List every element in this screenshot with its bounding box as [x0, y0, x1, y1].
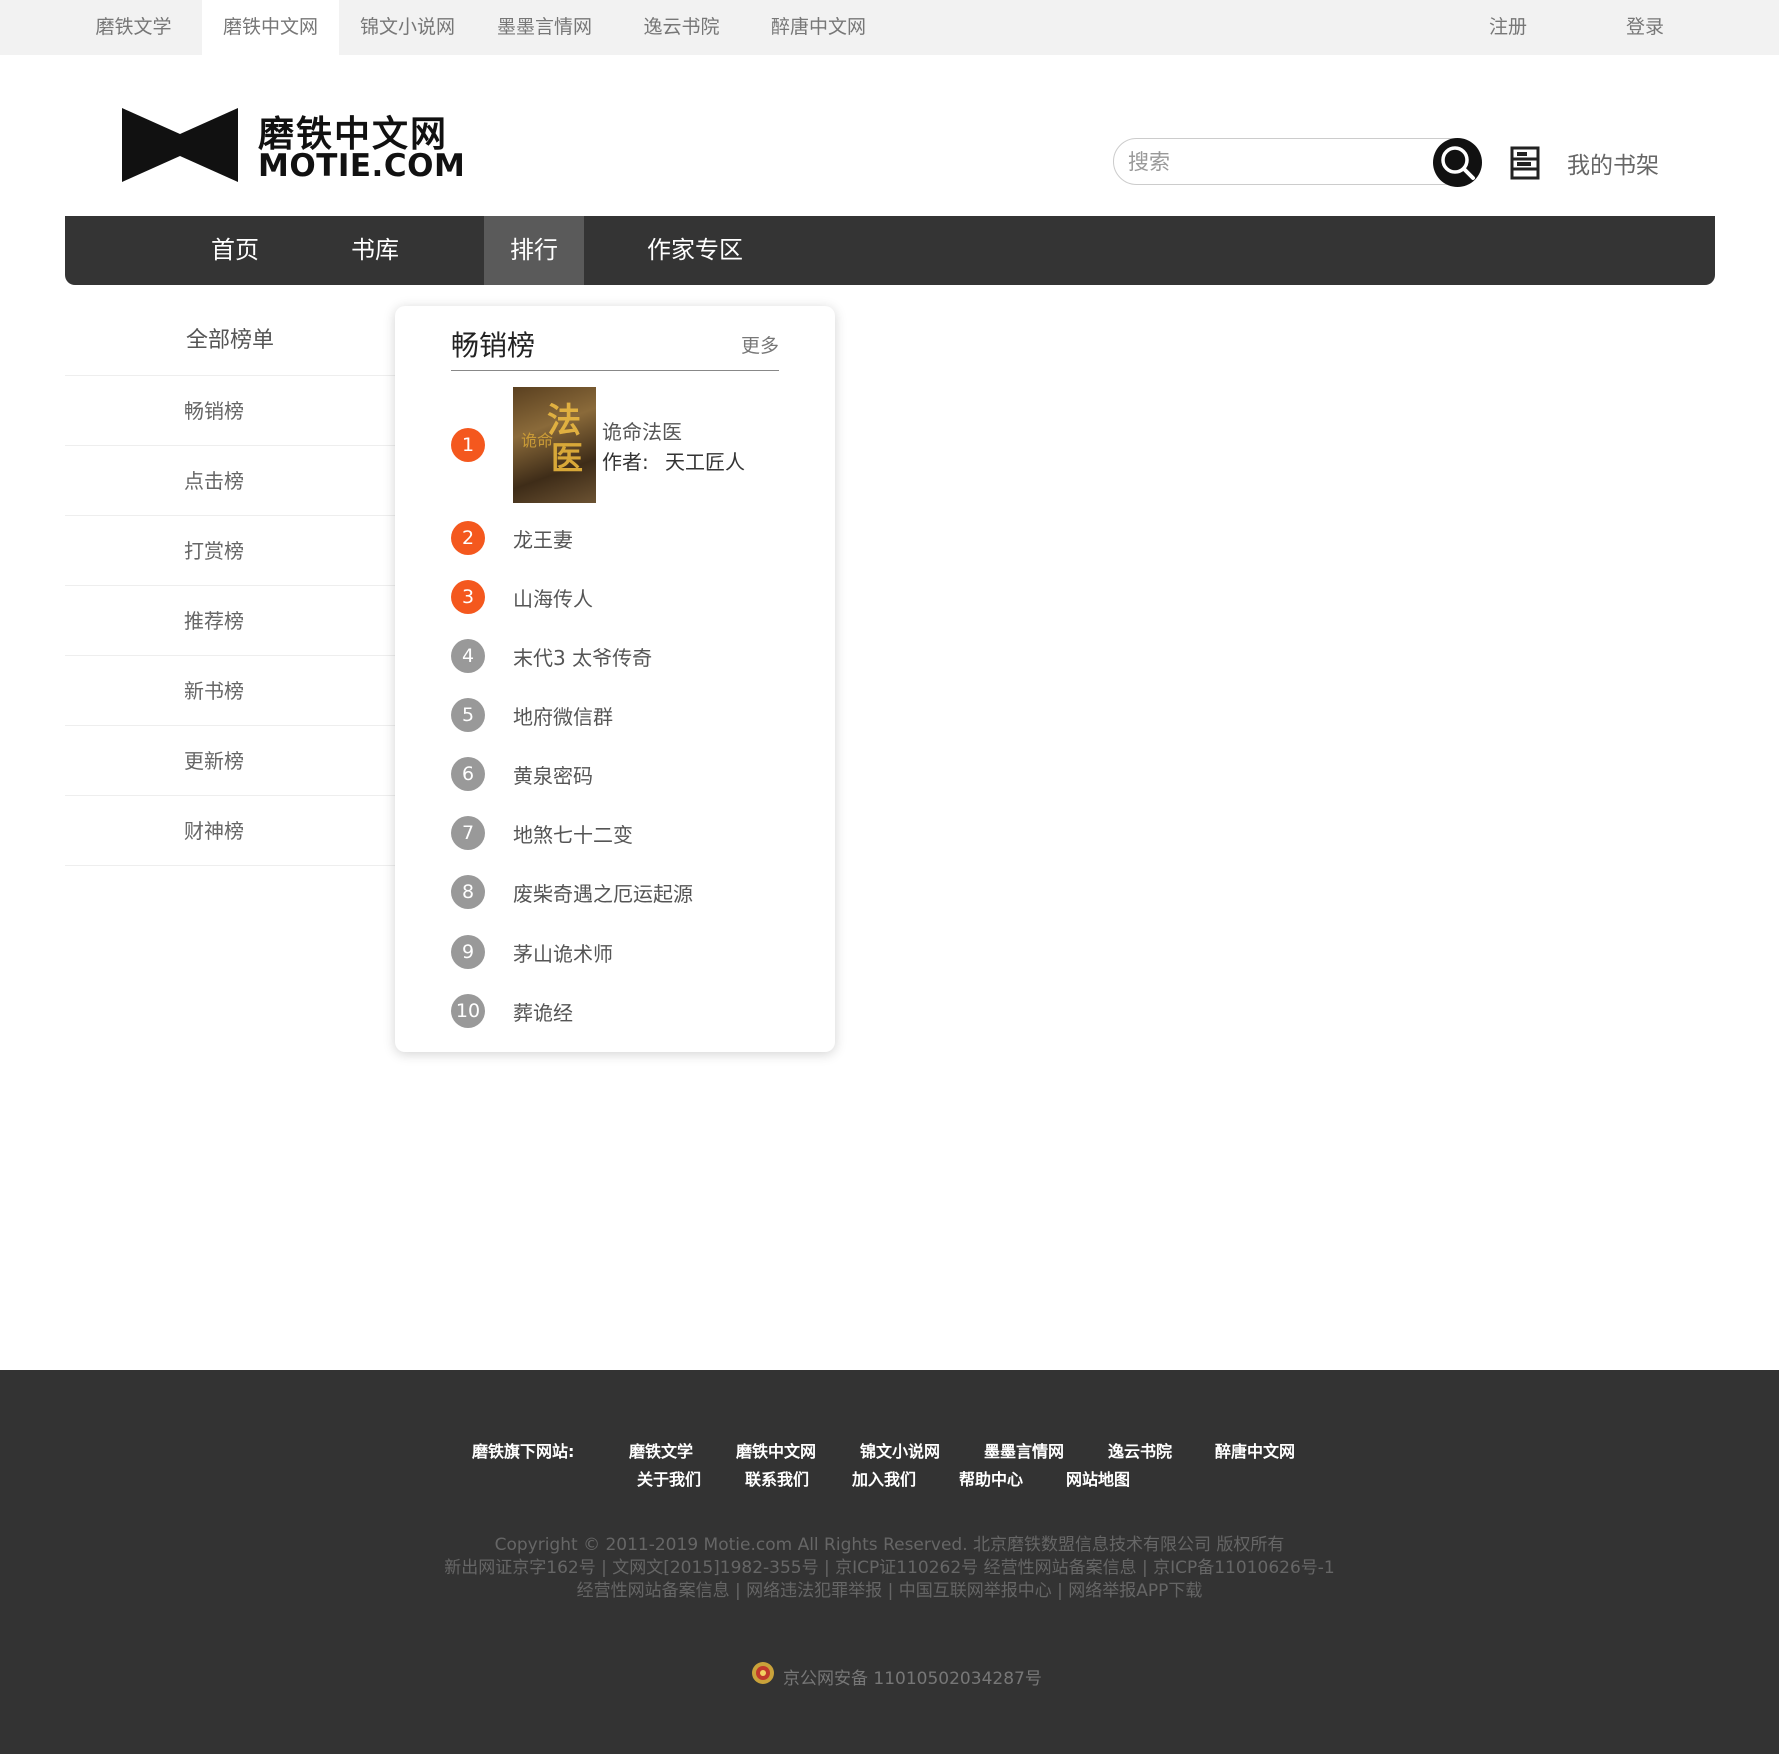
sidebar-item-label: 财神榜 — [184, 819, 244, 843]
book-title[interactable]: 诡命法医 — [602, 416, 682, 445]
sidebar-item-recommend[interactable]: 推荐榜 — [65, 586, 395, 656]
ranking-list-item[interactable]: 5 地府微信群 — [451, 695, 781, 735]
sidebar-item-bestseller[interactable]: 畅销榜 — [65, 376, 395, 446]
site-link-motie-literature[interactable]: 磨铁文学 — [65, 0, 202, 55]
sidebar-item-label: 新书榜 — [184, 679, 244, 703]
bowtie-logo-icon — [122, 108, 238, 182]
register-link[interactable]: 注册 — [1489, 0, 1527, 55]
footer-site-link[interactable]: 磨铁文学 — [629, 1438, 693, 1462]
footer-sitemap-link[interactable]: 网站地图 — [1066, 1466, 1130, 1490]
ranking-list-item[interactable]: 7 地煞七十二变 — [451, 813, 781, 853]
ranking-list-item[interactable]: 2 龙王妻 — [451, 518, 781, 558]
title-divider — [451, 370, 779, 371]
ranking-list-item[interactable]: 4 末代3 太爷传奇 — [451, 636, 781, 676]
book-title[interactable]: 葬诡经 — [513, 997, 573, 1026]
copyright-text: Copyright © 2011-2019 Motie.com All Righ… — [494, 1535, 1285, 1555]
bookshelf-icon[interactable] — [1510, 146, 1540, 180]
ranking-list-item[interactable]: 9 茅山诡术师 — [451, 932, 781, 972]
footer-site-link[interactable]: 锦文小说网 — [860, 1438, 940, 1462]
sidebar-all-rankings[interactable]: 全部榜单 — [65, 306, 395, 376]
book-cover-image[interactable]: 法 医 诡命 — [513, 387, 596, 503]
site-logo[interactable]: 磨铁中文网 MOTIE.COM — [122, 105, 482, 185]
site-link-zuitang[interactable]: 醉唐中文网 — [750, 0, 887, 55]
ranking-list-item[interactable]: 3 山海传人 — [451, 577, 781, 617]
footer-contact-link[interactable]: 联系我们 — [745, 1466, 809, 1490]
police-record-link[interactable]: 京公网安备 11010502034287号 — [783, 1664, 1042, 1689]
rank-badge: 9 — [451, 935, 485, 969]
footer-site-link[interactable]: 醉唐中文网 — [1215, 1438, 1295, 1462]
more-link[interactable]: 更多 — [741, 331, 779, 358]
license-text: 新出网证京字162号 | 文网文[2015]1982-355号 | 京ICP证1… — [444, 1558, 1335, 1578]
book-title[interactable]: 地煞七十二变 — [513, 819, 633, 848]
police-badge-icon — [752, 1662, 774, 1684]
rank-badge: 6 — [451, 757, 485, 791]
ranking-top-item[interactable]: 1 法 医 诡命 诡命法医 作者: 天工匠人 — [451, 387, 781, 503]
report-links-text[interactable]: 经营性网站备案信息 | 网络违法犯罪举报 | 中国互联网举报中心 | 网络举报A… — [0, 1576, 1779, 1601]
footer-site-link[interactable]: 磨铁中文网 — [736, 1438, 816, 1462]
book-title[interactable]: 茅山诡术师 — [513, 938, 613, 967]
nav-library[interactable]: 书库 — [325, 216, 425, 285]
sidebar-item-label: 推荐榜 — [184, 609, 244, 633]
ranking-title: 畅销榜 — [451, 329, 536, 362]
login-link[interactable]: 登录 — [1626, 0, 1664, 55]
footer-sites-label: 磨铁旗下网站: — [472, 1442, 575, 1461]
site-link-yiyun[interactable]: 逸云书院 — [613, 0, 750, 55]
sidebar-item-label: 点击榜 — [184, 469, 244, 493]
search-icon — [1441, 146, 1475, 180]
nav-author-zone[interactable]: 作家专区 — [635, 216, 755, 285]
author-name[interactable]: 天工匠人 — [665, 446, 745, 475]
site-footer: 磨铁旗下网站: 磨铁文学 磨铁中文网 锦文小说网 墨墨言情网 逸云书院 醉唐中文… — [0, 1370, 1779, 1754]
main-navigation: 首页 书库 排行 作家专区 — [65, 216, 1715, 285]
author-label: 作者: — [602, 450, 649, 474]
book-title[interactable]: 黄泉密码 — [513, 760, 593, 789]
sidebar-item-wealth[interactable]: 财神榜 — [65, 796, 395, 866]
search-input[interactable] — [1128, 147, 1418, 177]
book-title[interactable]: 地府微信群 — [513, 701, 613, 730]
site-link-momo[interactable]: 墨墨言情网 — [476, 0, 613, 55]
book-title[interactable]: 废柴奇遇之厄运起源 — [513, 878, 693, 907]
book-title[interactable]: 末代3 太爷传奇 — [513, 642, 652, 671]
book-title[interactable]: 山海传人 — [513, 583, 593, 612]
nav-home[interactable]: 首页 — [185, 216, 285, 285]
ranking-list-item[interactable]: 6 黄泉密码 — [451, 754, 781, 794]
rank-badge: 5 — [451, 698, 485, 732]
rank-badge: 10 — [451, 994, 485, 1028]
site-switcher-bar: 磨铁文学 磨铁中文网 锦文小说网 墨墨言情网 逸云书院 醉唐中文网 注册 登录 — [0, 0, 1779, 55]
footer-site-link[interactable]: 逸云书院 — [1108, 1438, 1172, 1462]
footer-join-link[interactable]: 加入我们 — [852, 1466, 916, 1490]
rank-badge: 2 — [451, 521, 485, 555]
site-link-jinwen[interactable]: 锦文小说网 — [339, 0, 476, 55]
rank-badge: 3 — [451, 580, 485, 614]
ranking-list-item[interactable]: 8 废柴奇遇之厄运起源 — [451, 872, 781, 912]
logo-english-text: MOTIE.COM — [258, 148, 466, 184]
sidebar-item-label: 畅销榜 — [184, 399, 244, 423]
footer-help-link[interactable]: 帮助中心 — [959, 1466, 1023, 1490]
sidebar-item-updates[interactable]: 更新榜 — [65, 726, 395, 796]
sidebar-item-label: 打赏榜 — [184, 539, 244, 563]
footer-site-link[interactable]: 墨墨言情网 — [984, 1438, 1064, 1462]
ranking-sidebar: 全部榜单 畅销榜 点击榜 打赏榜 推荐榜 新书榜 更新榜 财神榜 — [65, 306, 395, 866]
rank-badge: 4 — [451, 639, 485, 673]
sidebar-item-new-books[interactable]: 新书榜 — [65, 656, 395, 726]
rank-badge: 8 — [451, 875, 485, 909]
search-button[interactable] — [1433, 138, 1482, 187]
ranking-list-item[interactable]: 10 葬诡经 — [451, 991, 781, 1031]
sidebar-item-tips[interactable]: 打赏榜 — [65, 516, 395, 586]
book-title[interactable]: 龙王妻 — [513, 524, 573, 553]
search-box — [1113, 138, 1482, 187]
footer-about-link[interactable]: 关于我们 — [637, 1466, 701, 1490]
sidebar-item-clicks[interactable]: 点击榜 — [65, 446, 395, 516]
sidebar-item-label: 更新榜 — [184, 749, 244, 773]
bestseller-ranking-card: 畅销榜 更多 1 法 医 诡命 诡命法医 作者: 天工匠人 2 龙王妻 3 山海… — [395, 306, 835, 1052]
site-link-motie-chinese[interactable]: 磨铁中文网 — [202, 0, 339, 55]
rank-badge: 7 — [451, 816, 485, 850]
rank-badge: 1 — [451, 428, 485, 462]
nav-ranking[interactable]: 排行 — [484, 216, 584, 285]
my-bookshelf-link[interactable]: 我的书架 — [1567, 146, 1659, 180]
